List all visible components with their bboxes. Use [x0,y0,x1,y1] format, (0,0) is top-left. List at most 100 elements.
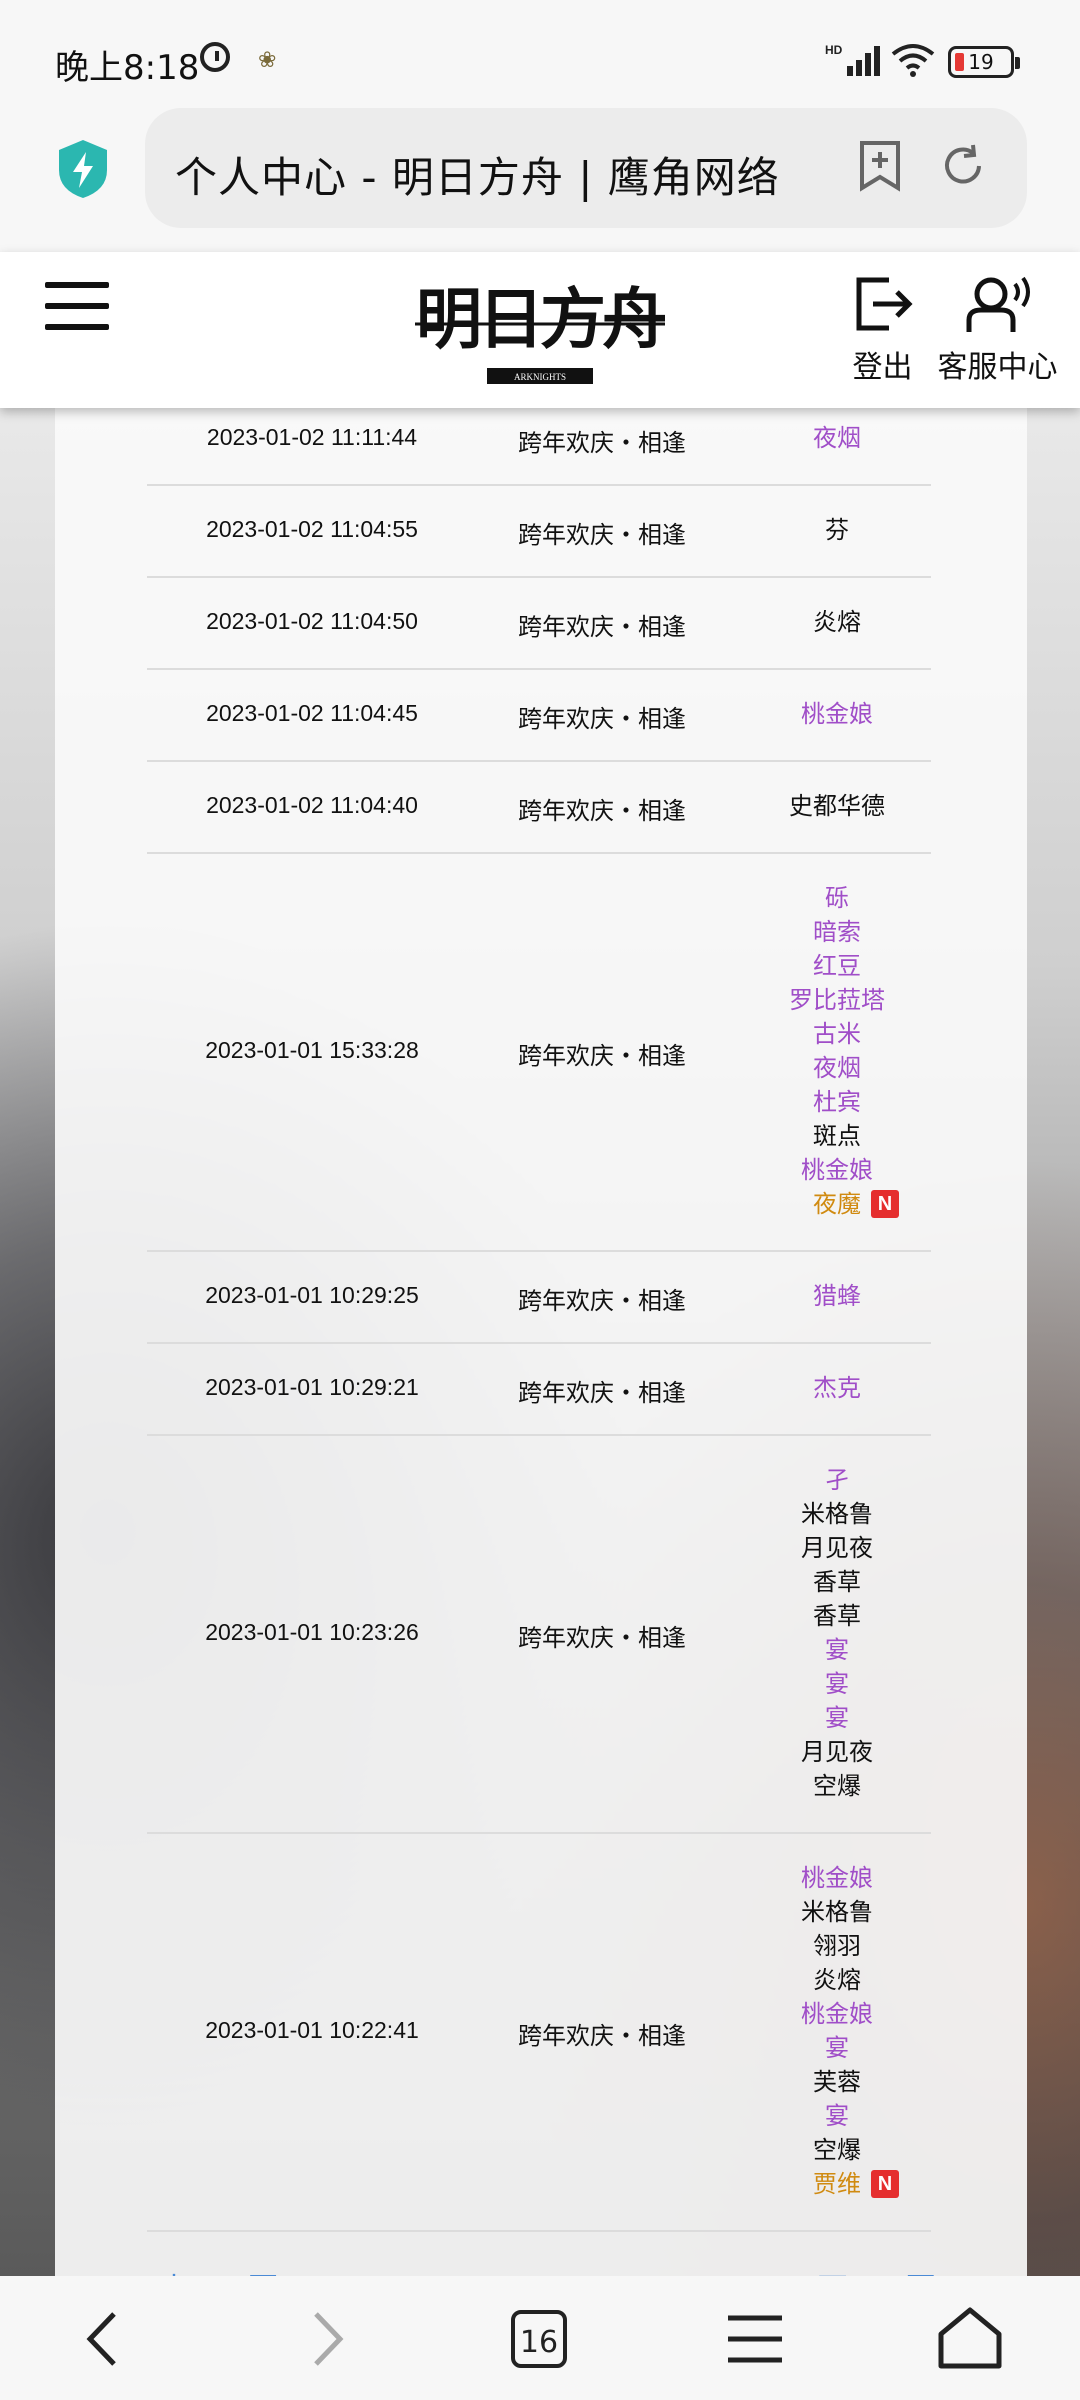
url-title: 个人中心 - 明日方舟 | 鹰角网络 [175,153,780,202]
operator-name-text: 杜宾 [813,1088,861,1116]
operator-name: 翎羽 [742,1929,932,1963]
operator-name: 桃金娘 [742,697,932,731]
browser-bottom-nav: 16 [0,2276,1080,2400]
svg-text:明日方舟: 明日方舟 [416,280,665,358]
operator-name-text: 芙蓉 [813,2068,861,2096]
logout-label: 登出 [852,350,913,385]
operator-name-text: 夜魔 [813,1190,861,1218]
operator-name-text: 杰克 [813,1374,861,1402]
operator-name-text: 空爆 [813,2136,861,2164]
new-badge: N [871,2170,899,2198]
address-bar[interactable]: 个人中心 - 明日方舟 | 鹰角网络 [145,108,1027,228]
record-pool: 跨年欢庆・相逢 [518,429,686,457]
record-pool: 跨年欢庆・相逢 [518,1287,686,1315]
operator-name: 砾 [742,881,932,915]
record-pool: 跨年欢庆・相逢 [518,797,686,825]
operator-name-text: 孑 [825,1466,849,1494]
operator-name: 宴 [742,2099,932,2133]
operator-name: 桃金娘 [742,1861,932,1895]
operator-name: 暗索 [742,915,932,949]
back-icon[interactable] [70,2304,140,2374]
logout-icon [856,277,913,331]
forward-icon[interactable] [290,2304,360,2374]
record-operators: 猎蜂 [742,1279,932,1313]
operator-name-text: 宴 [825,1704,849,1732]
record-time: 2023-01-02 11:04:50 [206,608,418,634]
operator-name-text: 月见夜 [801,1534,873,1562]
arknights-logo[interactable]: 明日方舟 ARKNIGHTS [415,272,665,392]
operator-name: 月见夜 [742,1735,932,1769]
operator-name: 孑 [742,1463,932,1497]
operator-name-text: 米格鲁 [801,1898,873,1926]
shield-icon[interactable] [55,138,111,200]
wifi-icon [891,44,935,77]
operator-name: 杜宾 [742,1085,932,1119]
svg-text:16: 16 [520,2325,558,2360]
alarm-icon [200,42,230,72]
gacha-record-row: 2023-01-02 11:04:50 跨年欢庆・相逢 炎熔 [147,576,931,670]
record-time: 2023-01-02 11:04:45 [206,700,418,726]
operator-name-text: 香草 [813,1602,861,1630]
operator-name: 空爆 [742,1769,932,1803]
operator-name: 夜烟 [742,1051,932,1085]
operator-name-text: 炎熔 [813,1966,861,1994]
bookmark-add-icon[interactable] [857,140,903,192]
operator-name: 月见夜 [742,1531,932,1565]
operator-name: 炎熔 [742,1963,932,1997]
record-time: 2023-01-02 11:04:40 [206,792,418,818]
record-operators: 砾暗索 红豆 罗比菈塔 古米 夜烟 杜宾 斑点 桃金娘 夜魔 N [742,881,932,1221]
record-pool: 跨年欢庆・相逢 [518,2022,686,2050]
operator-name: 香草 [742,1565,932,1599]
gacha-record-row: 2023-01-01 10:22:41 跨年欢庆・相逢 桃金娘 米格鲁 翎羽 炎熔 桃金娘宴… [147,1832,931,2232]
operator-name-text: 宴 [825,2034,849,2062]
operator-name-text: 夜烟 [813,424,861,452]
operator-name-text: 夜烟 [813,1054,861,1082]
record-pool: 跨年欢庆・相逢 [518,705,686,733]
operator-name-text: 宴 [825,2102,849,2130]
record-operators: 炎熔 [742,605,932,639]
operator-name: 杰克 [742,1371,932,1405]
operator-name-text: 暗索 [813,918,861,946]
menu-icon[interactable] [45,282,109,330]
record-time: 2023-01-02 11:11:44 [206,424,418,450]
tabs-icon[interactable]: 16 [505,2304,575,2374]
operator-name: 夜魔 N [742,1187,932,1221]
record-operators: 孑米格鲁 月见夜 香草 香草宴宴宴月见夜 空爆 [742,1463,932,1803]
record-time: 2023-01-01 15:33:28 [205,1037,419,1063]
menu-lines-icon[interactable] [720,2304,790,2374]
customer-service-icon [966,276,1030,332]
browser-toolbar: 个人中心 - 明日方舟 | 鹰角网络 [0,100,1080,252]
operator-name: 史都华德 [742,789,932,823]
operator-name: 斑点 [742,1119,932,1153]
signal-icon: HD [825,43,880,76]
operator-name-text: 月见夜 [801,1738,873,1766]
record-time: 2023-01-01 10:29:21 [205,1374,419,1400]
operator-name-text: 桃金娘 [801,2000,873,2028]
operator-name: 红豆 [742,949,932,983]
record-pool: 跨年欢庆・相逢 [518,613,686,641]
operator-name-text: 桃金娘 [801,700,873,728]
record-pool: 跨年欢庆・相逢 [518,1042,686,1070]
operator-name-text: 香草 [813,1568,861,1596]
operator-name-text: 斑点 [813,1122,861,1150]
gacha-record-row: 2023-01-01 10:29:25 跨年欢庆・相逢 猎蜂 [147,1250,931,1344]
operator-name-text: 砾 [825,884,849,912]
record-pool: 跨年欢庆・相逢 [518,521,686,549]
operator-name-text: 宴 [825,1670,849,1698]
operator-name-text: 芬 [825,516,849,544]
operator-name: 米格鲁 [742,1895,932,1929]
operator-name: 贾维 N [742,2167,932,2201]
home-icon[interactable] [935,2304,1005,2374]
logout-button[interactable]: 登出 [845,274,920,386]
refresh-icon[interactable] [939,142,987,190]
operator-name-text: 桃金娘 [801,1156,873,1184]
customer-service-button[interactable]: 客服中心 [935,274,1060,386]
gacha-record-row: 2023-01-02 11:04:40 跨年欢庆・相逢 史都华德 [147,760,931,854]
record-pool: 跨年欢庆・相逢 [518,1379,686,1407]
battery-icon: 19 [948,46,1020,78]
operator-name-text: 炎熔 [813,608,861,636]
operator-name-text: 红豆 [813,952,861,980]
operator-name: 桃金娘 [742,1997,932,2031]
operator-name: 宴 [742,2031,932,2065]
app-notification-icon: ❀ [258,48,277,73]
